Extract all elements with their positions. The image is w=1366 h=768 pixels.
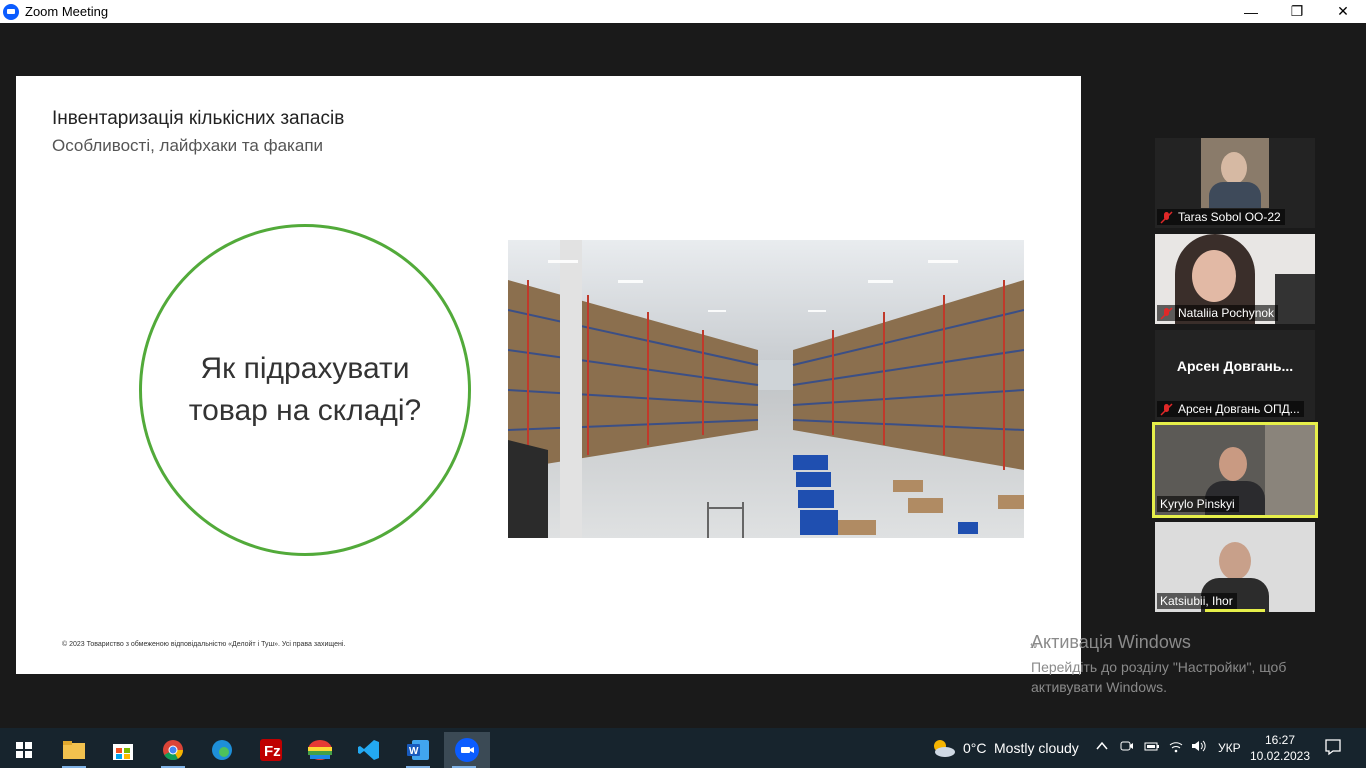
language-indicator[interactable]: УКР xyxy=(1218,741,1241,755)
slide-title: Інвентаризація кількісних запасів xyxy=(52,108,345,129)
watermark-line-2: Перейдіть до розділу "Настройки", щоб xyxy=(1031,659,1287,675)
system-clock[interactable]: 16:27 10.02.2023 xyxy=(1248,732,1312,764)
speaking-indicator xyxy=(1205,609,1265,612)
participant-name-label: Арсен Довгань ОПД... xyxy=(1157,401,1304,417)
vscode-icon xyxy=(358,740,379,760)
participant-name-label: Kyrylo Pinskyi xyxy=(1157,496,1239,512)
participant-name-label: Taras Sobol OO-22 xyxy=(1157,209,1285,225)
participant-tile[interactable]: Taras Sobol OO-22 xyxy=(1155,138,1315,228)
clock-time: 16:27 xyxy=(1264,733,1296,747)
chevron-up-icon[interactable] xyxy=(1095,739,1109,756)
slide-footer: © 2023 Товариство з обмеженою відповідал… xyxy=(62,641,346,648)
start-button[interactable] xyxy=(4,732,44,768)
warehouse-photo xyxy=(508,240,1024,538)
chrome-button[interactable] xyxy=(153,732,193,768)
filezilla-button[interactable]: Fz xyxy=(251,732,291,768)
minimize-button[interactable]: — xyxy=(1228,0,1274,23)
battery-icon[interactable] xyxy=(1144,739,1160,756)
edge-icon xyxy=(212,740,232,760)
participant-tile[interactable]: Nataliia Pochynok xyxy=(1155,234,1315,324)
rainbow-app-icon xyxy=(308,740,332,760)
participant-name: Арсен Довгань ОПД... xyxy=(1178,402,1300,416)
weather-description[interactable]: Mostly cloudy xyxy=(994,740,1079,756)
svg-text:Fz: Fz xyxy=(264,743,281,760)
participant-tile[interactable]: Арсен Довгань... Арсен Довгань ОПД... xyxy=(1155,330,1315,420)
zoom-button[interactable] xyxy=(444,732,490,768)
shared-slide: Інвентаризація кількісних запасів Особли… xyxy=(16,76,1081,674)
muted-mic-icon xyxy=(1160,210,1173,224)
question-line-1: Як підрахувати xyxy=(200,352,410,385)
muted-mic-icon xyxy=(1160,402,1173,416)
participant-name: Kyrylo Pinskyi xyxy=(1160,497,1235,511)
window-title: Zoom Meeting xyxy=(25,4,109,19)
zoom-icon xyxy=(455,738,479,762)
participant-name: Katsiubii, Ihor xyxy=(1160,594,1233,608)
edge-button[interactable] xyxy=(202,732,242,768)
weather-temperature[interactable]: 0°C xyxy=(963,740,987,756)
close-button[interactable]: ✕ xyxy=(1320,0,1366,23)
participant-name-label: Katsiubii, Ihor xyxy=(1157,593,1237,609)
meet-now-icon[interactable] xyxy=(1120,739,1134,756)
volume-icon[interactable] xyxy=(1191,739,1207,756)
windows-taskbar: Fz W 0°C Mostly cloudy УКР 16:27 10.02.2… xyxy=(0,728,1366,768)
store-icon xyxy=(113,744,133,760)
notification-icon[interactable] xyxy=(1324,738,1342,759)
window-titlebar: Zoom Meeting — ❐ ✕ xyxy=(0,0,1366,23)
question-line-2: товар на складі? xyxy=(188,394,422,427)
question-circle: Як підрахувати товар на складі? xyxy=(139,224,471,556)
participant-tile-active-speaker[interactable]: Kyrylo Pinskyi xyxy=(1152,422,1318,518)
participant-tile[interactable]: Katsiubii, Ihor xyxy=(1155,522,1315,612)
vscode-button[interactable] xyxy=(349,732,389,768)
participant-name-label: Nataliia Pochynok xyxy=(1157,305,1279,321)
rainbow-app-button[interactable] xyxy=(300,732,340,768)
meeting-area: Інвентаризація кількісних запасів Особли… xyxy=(0,23,1366,728)
folder-icon xyxy=(63,741,85,759)
word-icon: W xyxy=(407,740,429,760)
file-explorer-button[interactable] xyxy=(54,732,94,768)
participant-name: Taras Sobol OO-22 xyxy=(1178,210,1281,224)
question-text: Як підрахувати товар на складі? xyxy=(165,348,445,432)
clock-date: 10.02.2023 xyxy=(1249,749,1311,763)
zoom-app-icon xyxy=(3,3,19,20)
watermark-title: Активація Windows xyxy=(1031,632,1191,652)
wifi-icon[interactable] xyxy=(1168,739,1184,756)
muted-mic-icon xyxy=(1160,306,1173,320)
watermark-line-3: активувати Windows. xyxy=(1031,679,1167,695)
participant-name: Nataliia Pochynok xyxy=(1178,306,1275,320)
filezilla-icon: Fz xyxy=(260,739,282,761)
windows-logo-icon xyxy=(16,742,32,758)
restore-button[interactable]: ❐ xyxy=(1274,0,1320,23)
weather-icon[interactable] xyxy=(930,738,956,763)
chrome-icon xyxy=(163,740,184,761)
slide-subtitle: Особливості, лайфхаки та факапи xyxy=(52,136,324,155)
windows-activation-watermark: Активація Windows Перейдіть до розділу "… xyxy=(1031,632,1286,697)
svg-text:W: W xyxy=(409,746,419,757)
microsoft-store-button[interactable] xyxy=(103,732,143,768)
participant-video xyxy=(1201,138,1269,208)
word-button[interactable]: W xyxy=(398,732,438,768)
participant-display-name: Арсен Довгань... xyxy=(1176,358,1294,374)
